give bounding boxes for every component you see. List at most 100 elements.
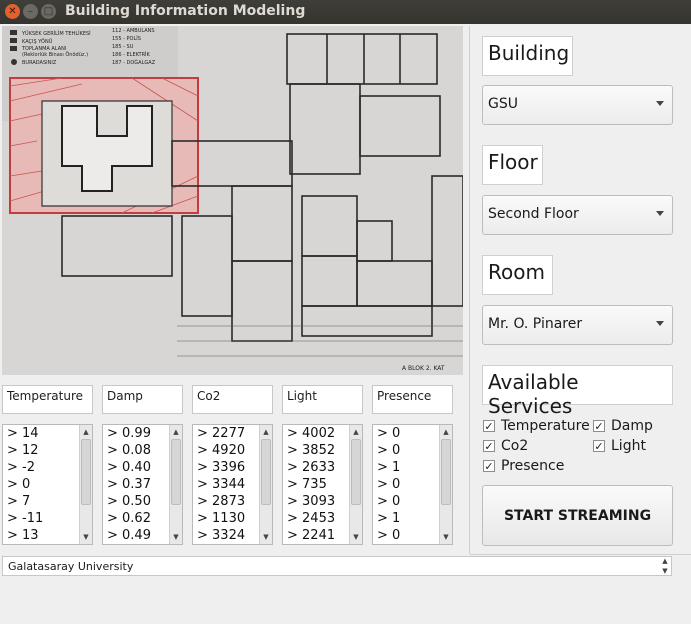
- list-item[interactable]: > 4002: [287, 425, 345, 442]
- scroll-thumb[interactable]: [351, 439, 361, 505]
- list-item[interactable]: > -11: [7, 510, 75, 527]
- light-list[interactable]: > 4002 > 3852 > 2633 > 735 > 3093 > 2453…: [282, 424, 363, 545]
- list-item[interactable]: > 3852: [287, 442, 345, 459]
- list-item[interactable]: > 0.50: [107, 493, 165, 510]
- scroll-up-icon[interactable]: ▲: [350, 426, 362, 438]
- scroll-down-icon[interactable]: ▼: [260, 531, 272, 543]
- check-icon: ✓: [593, 439, 605, 453]
- list-item[interactable]: > 0: [377, 493, 435, 510]
- room-label: Room: [482, 255, 553, 295]
- list-item[interactable]: > 2633: [287, 459, 345, 476]
- co2-checkbox[interactable]: ✓ Co2: [483, 437, 528, 455]
- close-icon[interactable]: ✕: [5, 4, 20, 19]
- scroll-up-icon[interactable]: ▲: [260, 426, 272, 438]
- legend-line-1: YÜKSEK GERİLİM TEHLİKESİ: [21, 30, 91, 37]
- scroll-up-icon[interactable]: ▲: [170, 426, 182, 438]
- list-item[interactable]: > 4920: [197, 442, 255, 459]
- list-item[interactable]: > 0.62: [107, 510, 165, 527]
- list-item[interactable]: > 13: [7, 527, 75, 544]
- legend-line-5: BURADASINIZ: [22, 60, 57, 66]
- checkbox-label: Damp: [611, 418, 653, 434]
- status-spinner[interactable]: ▲ ▼: [658, 556, 672, 576]
- list-item[interactable]: > 1: [377, 459, 435, 476]
- list-item[interactable]: > 3324: [197, 527, 255, 544]
- scrollbar[interactable]: ▲ ▼: [79, 425, 92, 544]
- legend-line-4: (Reklorlük Binası Önödüz.): [22, 51, 88, 58]
- room-select[interactable]: Mr. O. Pinarer: [482, 305, 673, 345]
- list-item[interactable]: > 735: [287, 476, 345, 493]
- chevron-down-icon: [656, 321, 664, 326]
- co2-list[interactable]: > 2277 > 4920 > 3396 > 3344 > 2873 > 113…: [192, 424, 273, 545]
- spin-down-icon[interactable]: ▼: [658, 566, 672, 576]
- spin-up-icon[interactable]: ▲: [658, 556, 672, 566]
- list-item[interactable]: > 0.49: [107, 527, 165, 544]
- scrollbar[interactable]: ▲ ▼: [259, 425, 272, 544]
- scrollbar[interactable]: ▲ ▼: [169, 425, 182, 544]
- panel-divider: [469, 26, 470, 554]
- emergency-line-2: 155 - POLİS: [112, 35, 141, 42]
- check-icon: ✓: [483, 439, 495, 453]
- start-streaming-button[interactable]: START STREAMING: [482, 485, 673, 546]
- list-item[interactable]: > 0.40: [107, 459, 165, 476]
- list-item[interactable]: > 0: [377, 425, 435, 442]
- scroll-up-icon[interactable]: ▲: [80, 426, 92, 438]
- list-item[interactable]: > 14: [7, 425, 75, 442]
- checkbox-label: Light: [611, 438, 646, 454]
- list-item[interactable]: > 7: [7, 493, 75, 510]
- list-item[interactable]: > 3093: [287, 493, 345, 510]
- damp-list[interactable]: > 0.99 > 0.08 > 0.40 > 0.37 > 0.50 > 0.6…: [102, 424, 183, 545]
- checkbox-label: Temperature: [501, 418, 590, 434]
- floor-select[interactable]: Second Floor: [482, 195, 673, 235]
- emergency-line-3: 185 - SU: [112, 44, 134, 50]
- check-icon: ✓: [483, 459, 495, 473]
- presence-list[interactable]: > 0 > 0 > 1 > 0 > 0 > 1 > 0 ▲ ▼: [372, 424, 453, 545]
- list-item[interactable]: > 0: [377, 476, 435, 493]
- scroll-down-icon[interactable]: ▼: [170, 531, 182, 543]
- damp-checkbox[interactable]: ✓ Damp: [593, 417, 653, 435]
- temperature-list[interactable]: > 14 > 12 > -2 > 0 > 7 > -11 > 13 ▲ ▼: [2, 424, 93, 545]
- list-item[interactable]: > 0.08: [107, 442, 165, 459]
- presence-checkbox[interactable]: ✓ Presence: [483, 457, 564, 475]
- emergency-line-4: 186 - ELEKTRİK: [112, 51, 151, 58]
- scrollbar[interactable]: ▲ ▼: [349, 425, 362, 544]
- list-item[interactable]: > 12: [7, 442, 75, 459]
- list-item[interactable]: > 0: [7, 476, 75, 493]
- damp-label: Damp: [102, 385, 183, 414]
- emergency-line-5: 187 - DOĞALGAZ: [112, 59, 156, 66]
- scroll-thumb[interactable]: [81, 439, 91, 505]
- checkbox-label: Co2: [501, 438, 529, 454]
- scroll-thumb[interactable]: [441, 439, 451, 505]
- scroll-thumb[interactable]: [261, 439, 271, 505]
- floor-label: Floor: [482, 145, 543, 185]
- temperature-label: Temperature: [2, 385, 93, 414]
- list-item[interactable]: > 2277: [197, 425, 255, 442]
- list-item[interactable]: > 1130: [197, 510, 255, 527]
- list-item[interactable]: > 2873: [197, 493, 255, 510]
- status-field[interactable]: Galatasaray University: [2, 556, 672, 576]
- building-select[interactable]: GSU: [482, 85, 673, 125]
- minimize-icon[interactable]: –: [23, 4, 38, 19]
- scroll-down-icon[interactable]: ▼: [350, 531, 362, 543]
- chevron-down-icon: [656, 101, 664, 106]
- list-item[interactable]: > 0.37: [107, 476, 165, 493]
- list-item[interactable]: > 0.99: [107, 425, 165, 442]
- plan-caption: A BLOK 2. KAT: [402, 365, 445, 372]
- list-item[interactable]: > -2: [7, 459, 75, 476]
- light-checkbox[interactable]: ✓ Light: [593, 437, 646, 455]
- list-item[interactable]: > 1: [377, 510, 435, 527]
- scroll-down-icon[interactable]: ▼: [440, 531, 452, 543]
- list-item[interactable]: > 3396: [197, 459, 255, 476]
- scroll-up-icon[interactable]: ▲: [440, 426, 452, 438]
- window-title: Building Information Modeling: [65, 3, 306, 19]
- list-item[interactable]: > 0: [377, 527, 435, 544]
- scrollbar[interactable]: ▲ ▼: [439, 425, 452, 544]
- list-item[interactable]: > 2241: [287, 527, 345, 544]
- building-value: GSU: [488, 96, 518, 112]
- temperature-checkbox[interactable]: ✓ Temperature: [483, 417, 590, 435]
- list-item[interactable]: > 0: [377, 442, 435, 459]
- list-item[interactable]: > 3344: [197, 476, 255, 493]
- scroll-down-icon[interactable]: ▼: [80, 531, 92, 543]
- scroll-thumb[interactable]: [171, 439, 181, 505]
- list-item[interactable]: > 2453: [287, 510, 345, 527]
- maximize-icon[interactable]: □: [41, 4, 56, 19]
